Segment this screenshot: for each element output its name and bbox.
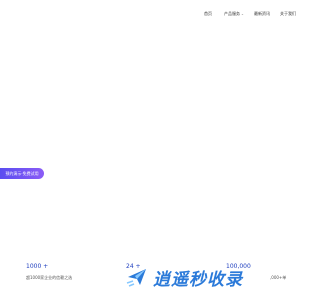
nav-item-news[interactable]: 最新资讯 bbox=[254, 11, 270, 17]
watermark: 逍遥秒收录 bbox=[125, 262, 243, 292]
nav-item-label: 产品服务 bbox=[224, 11, 240, 16]
chevron-down-icon: ⌄ bbox=[241, 12, 244, 16]
stat-caption-clients: 超1000家企业的信赖之选 bbox=[26, 275, 73, 280]
top-nav: 首页 产品服务⌄ 最新资讯 关于我们 bbox=[0, 0, 300, 30]
demo-trial-button[interactable]: 预约演示·免费试用 bbox=[0, 168, 44, 179]
stat-value-clients: 1000 + bbox=[26, 263, 49, 270]
nav-item-label: 关于我们 bbox=[280, 11, 296, 16]
nav-item-label: 最新资讯 bbox=[254, 11, 270, 16]
nav-item-home[interactable]: 首页 bbox=[204, 11, 212, 17]
nav-item-about[interactable]: 关于我们 bbox=[280, 11, 296, 17]
nav-item-products[interactable]: 产品服务⌄ bbox=[224, 11, 244, 17]
watermark-logo-icon bbox=[126, 269, 146, 287]
demo-trial-label: 预约演示·免费试用 bbox=[5, 171, 39, 176]
stat-caption-third: ,000+单 bbox=[270, 275, 287, 280]
watermark-text: 逍遥秒收录 bbox=[153, 269, 243, 290]
nav-item-label: 首页 bbox=[204, 11, 212, 16]
